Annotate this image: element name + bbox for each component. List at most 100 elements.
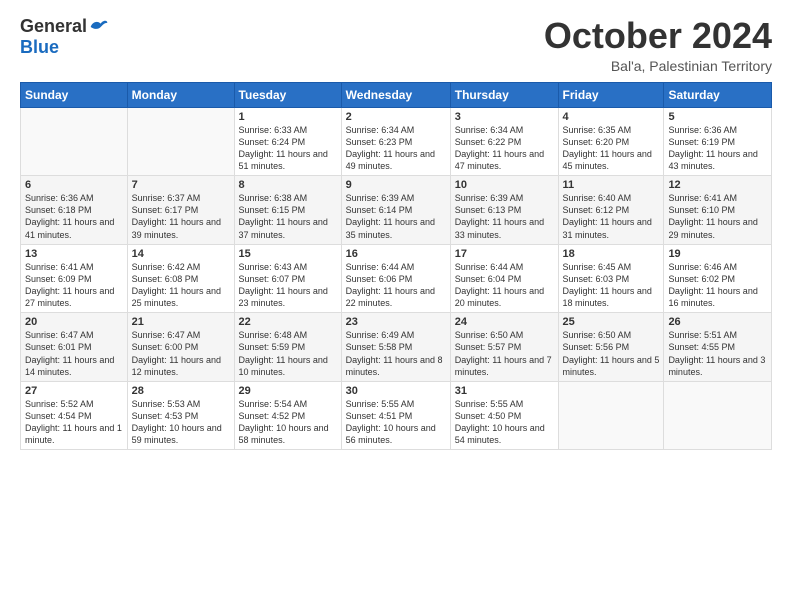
day-number: 26 bbox=[668, 316, 767, 328]
day-number: 16 bbox=[346, 248, 446, 260]
day-number: 2 bbox=[346, 111, 446, 123]
table-row: 27Sunrise: 5:52 AMSunset: 4:54 PMDayligh… bbox=[21, 381, 128, 450]
day-info: Sunrise: 6:39 AMSunset: 6:13 PMDaylight:… bbox=[455, 192, 554, 241]
day-info: Sunrise: 6:36 AMSunset: 6:18 PMDaylight:… bbox=[25, 192, 123, 241]
day-info: Sunrise: 6:48 AMSunset: 5:59 PMDaylight:… bbox=[239, 329, 337, 378]
day-number: 27 bbox=[25, 385, 123, 397]
header-friday: Friday bbox=[558, 82, 664, 107]
day-number: 4 bbox=[563, 111, 660, 123]
header-tuesday: Tuesday bbox=[234, 82, 341, 107]
day-number: 30 bbox=[346, 385, 446, 397]
table-row: 12Sunrise: 6:41 AMSunset: 6:10 PMDayligh… bbox=[664, 176, 772, 245]
logo: General Blue bbox=[20, 16, 109, 58]
day-info: Sunrise: 6:39 AMSunset: 6:14 PMDaylight:… bbox=[346, 192, 446, 241]
day-info: Sunrise: 6:50 AMSunset: 5:56 PMDaylight:… bbox=[563, 329, 660, 378]
table-row: 21Sunrise: 6:47 AMSunset: 6:00 PMDayligh… bbox=[127, 313, 234, 382]
day-number: 7 bbox=[132, 179, 230, 191]
day-number: 24 bbox=[455, 316, 554, 328]
day-number: 6 bbox=[25, 179, 123, 191]
calendar-week-row: 1Sunrise: 6:33 AMSunset: 6:24 PMDaylight… bbox=[21, 107, 772, 176]
day-number: 12 bbox=[668, 179, 767, 191]
calendar-header-row: Sunday Monday Tuesday Wednesday Thursday… bbox=[21, 82, 772, 107]
day-info: Sunrise: 6:41 AMSunset: 6:10 PMDaylight:… bbox=[668, 192, 767, 241]
logo-blue-text: Blue bbox=[20, 37, 59, 58]
day-info: Sunrise: 6:49 AMSunset: 5:58 PMDaylight:… bbox=[346, 329, 446, 378]
calendar-week-row: 27Sunrise: 5:52 AMSunset: 4:54 PMDayligh… bbox=[21, 381, 772, 450]
table-row: 30Sunrise: 5:55 AMSunset: 4:51 PMDayligh… bbox=[341, 381, 450, 450]
day-info: Sunrise: 6:42 AMSunset: 6:08 PMDaylight:… bbox=[132, 261, 230, 310]
table-row: 15Sunrise: 6:43 AMSunset: 6:07 PMDayligh… bbox=[234, 244, 341, 313]
day-info: Sunrise: 6:34 AMSunset: 6:23 PMDaylight:… bbox=[346, 124, 446, 173]
day-number: 25 bbox=[563, 316, 660, 328]
day-info: Sunrise: 6:41 AMSunset: 6:09 PMDaylight:… bbox=[25, 261, 123, 310]
day-info: Sunrise: 5:51 AMSunset: 4:55 PMDaylight:… bbox=[668, 329, 767, 378]
day-info: Sunrise: 6:40 AMSunset: 6:12 PMDaylight:… bbox=[563, 192, 660, 241]
day-number: 14 bbox=[132, 248, 230, 260]
table-row: 11Sunrise: 6:40 AMSunset: 6:12 PMDayligh… bbox=[558, 176, 664, 245]
table-row: 14Sunrise: 6:42 AMSunset: 6:08 PMDayligh… bbox=[127, 244, 234, 313]
header-monday: Monday bbox=[127, 82, 234, 107]
header: General Blue October 2024 Bal'a, Palesti… bbox=[20, 16, 772, 74]
day-number: 17 bbox=[455, 248, 554, 260]
table-row: 25Sunrise: 6:50 AMSunset: 5:56 PMDayligh… bbox=[558, 313, 664, 382]
day-info: Sunrise: 6:33 AMSunset: 6:24 PMDaylight:… bbox=[239, 124, 337, 173]
table-row: 10Sunrise: 6:39 AMSunset: 6:13 PMDayligh… bbox=[450, 176, 558, 245]
day-number: 11 bbox=[563, 179, 660, 191]
day-number: 21 bbox=[132, 316, 230, 328]
day-info: Sunrise: 6:36 AMSunset: 6:19 PMDaylight:… bbox=[668, 124, 767, 173]
page: General Blue October 2024 Bal'a, Palesti… bbox=[0, 0, 792, 612]
day-number: 10 bbox=[455, 179, 554, 191]
day-info: Sunrise: 6:38 AMSunset: 6:15 PMDaylight:… bbox=[239, 192, 337, 241]
day-info: Sunrise: 6:46 AMSunset: 6:02 PMDaylight:… bbox=[668, 261, 767, 310]
day-number: 23 bbox=[346, 316, 446, 328]
day-number: 22 bbox=[239, 316, 337, 328]
table-row: 4Sunrise: 6:35 AMSunset: 6:20 PMDaylight… bbox=[558, 107, 664, 176]
calendar-week-row: 13Sunrise: 6:41 AMSunset: 6:09 PMDayligh… bbox=[21, 244, 772, 313]
title-block: October 2024 Bal'a, Palestinian Territor… bbox=[544, 16, 772, 74]
day-number: 19 bbox=[668, 248, 767, 260]
table-row: 22Sunrise: 6:48 AMSunset: 5:59 PMDayligh… bbox=[234, 313, 341, 382]
day-info: Sunrise: 5:55 AMSunset: 4:50 PMDaylight:… bbox=[455, 398, 554, 447]
calendar-table: Sunday Monday Tuesday Wednesday Thursday… bbox=[20, 82, 772, 451]
table-row: 13Sunrise: 6:41 AMSunset: 6:09 PMDayligh… bbox=[21, 244, 128, 313]
day-info: Sunrise: 5:55 AMSunset: 4:51 PMDaylight:… bbox=[346, 398, 446, 447]
day-number: 28 bbox=[132, 385, 230, 397]
table-row bbox=[21, 107, 128, 176]
table-row: 19Sunrise: 6:46 AMSunset: 6:02 PMDayligh… bbox=[664, 244, 772, 313]
table-row bbox=[664, 381, 772, 450]
day-number: 9 bbox=[346, 179, 446, 191]
day-info: Sunrise: 6:37 AMSunset: 6:17 PMDaylight:… bbox=[132, 192, 230, 241]
day-info: Sunrise: 6:44 AMSunset: 6:04 PMDaylight:… bbox=[455, 261, 554, 310]
day-info: Sunrise: 5:54 AMSunset: 4:52 PMDaylight:… bbox=[239, 398, 337, 447]
calendar-week-row: 6Sunrise: 6:36 AMSunset: 6:18 PMDaylight… bbox=[21, 176, 772, 245]
header-thursday: Thursday bbox=[450, 82, 558, 107]
header-saturday: Saturday bbox=[664, 82, 772, 107]
day-info: Sunrise: 6:47 AMSunset: 6:01 PMDaylight:… bbox=[25, 329, 123, 378]
day-info: Sunrise: 6:45 AMSunset: 6:03 PMDaylight:… bbox=[563, 261, 660, 310]
day-number: 13 bbox=[25, 248, 123, 260]
table-row: 17Sunrise: 6:44 AMSunset: 6:04 PMDayligh… bbox=[450, 244, 558, 313]
table-row: 23Sunrise: 6:49 AMSunset: 5:58 PMDayligh… bbox=[341, 313, 450, 382]
table-row: 20Sunrise: 6:47 AMSunset: 6:01 PMDayligh… bbox=[21, 313, 128, 382]
location-subtitle: Bal'a, Palestinian Territory bbox=[544, 58, 772, 74]
day-info: Sunrise: 6:43 AMSunset: 6:07 PMDaylight:… bbox=[239, 261, 337, 310]
logo-general-text: General bbox=[20, 16, 87, 37]
day-number: 18 bbox=[563, 248, 660, 260]
table-row: 8Sunrise: 6:38 AMSunset: 6:15 PMDaylight… bbox=[234, 176, 341, 245]
day-number: 1 bbox=[239, 111, 337, 123]
day-number: 20 bbox=[25, 316, 123, 328]
day-info: Sunrise: 5:53 AMSunset: 4:53 PMDaylight:… bbox=[132, 398, 230, 447]
logo-bird-icon bbox=[89, 17, 109, 37]
table-row: 1Sunrise: 6:33 AMSunset: 6:24 PMDaylight… bbox=[234, 107, 341, 176]
day-info: Sunrise: 6:34 AMSunset: 6:22 PMDaylight:… bbox=[455, 124, 554, 173]
day-number: 15 bbox=[239, 248, 337, 260]
table-row: 2Sunrise: 6:34 AMSunset: 6:23 PMDaylight… bbox=[341, 107, 450, 176]
day-number: 8 bbox=[239, 179, 337, 191]
table-row: 28Sunrise: 5:53 AMSunset: 4:53 PMDayligh… bbox=[127, 381, 234, 450]
table-row: 5Sunrise: 6:36 AMSunset: 6:19 PMDaylight… bbox=[664, 107, 772, 176]
header-sunday: Sunday bbox=[21, 82, 128, 107]
day-info: Sunrise: 6:35 AMSunset: 6:20 PMDaylight:… bbox=[563, 124, 660, 173]
day-number: 31 bbox=[455, 385, 554, 397]
day-number: 29 bbox=[239, 385, 337, 397]
table-row: 29Sunrise: 5:54 AMSunset: 4:52 PMDayligh… bbox=[234, 381, 341, 450]
